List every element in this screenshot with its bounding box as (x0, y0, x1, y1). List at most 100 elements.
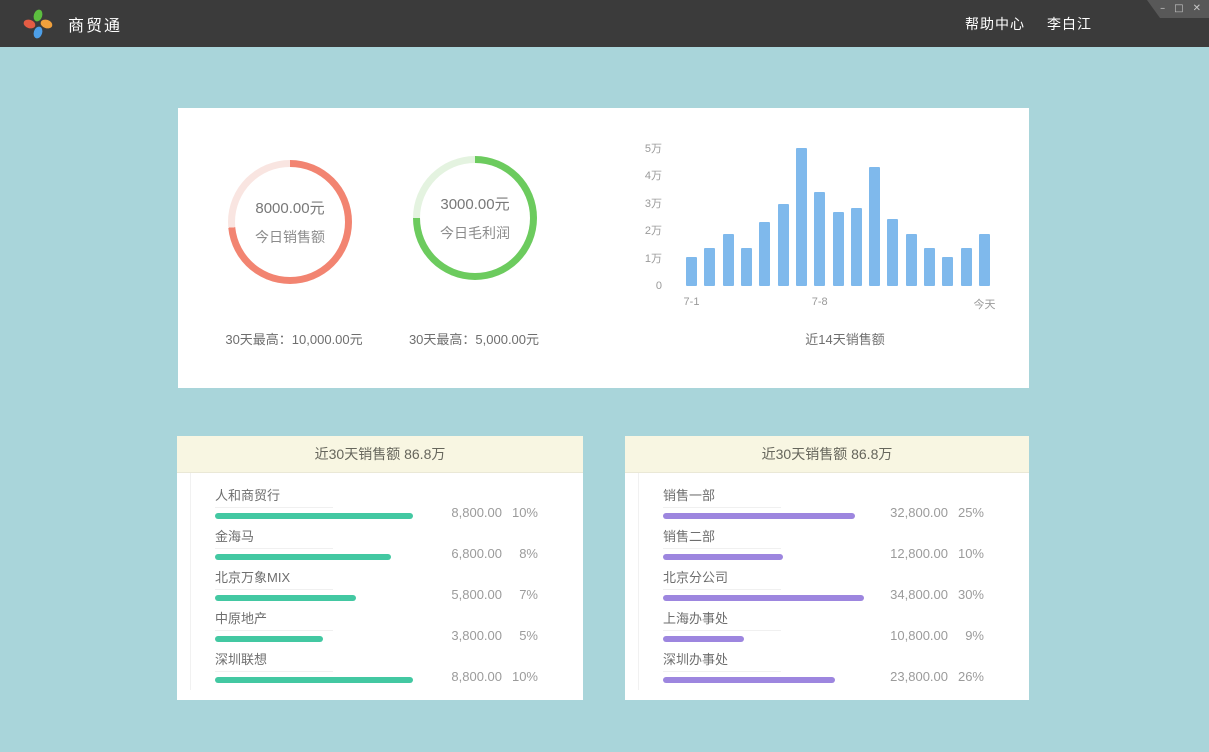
rank-row-figures: 8,800.0010% (422, 669, 538, 684)
rank-row-name: 北京分公司 (663, 570, 781, 590)
rank-row-percent: 10% (948, 546, 984, 561)
rank-row-percent: 25% (948, 505, 984, 520)
today-profit-ring-center: 3000.00元 今日毛利润 (413, 156, 537, 280)
rank-row-figures: 8,800.0010% (422, 505, 538, 520)
x-tick-label: 今天 (974, 296, 996, 312)
daily-sales-bar (961, 248, 972, 286)
y-tick-label: 5万 (628, 142, 662, 156)
rank-row-name: 中原地产 (215, 611, 333, 631)
pinwheel-logo-icon (22, 8, 54, 40)
rank-row-percent: 8% (502, 546, 538, 561)
rank-row-bar (215, 595, 356, 601)
rank-row-name: 人和商贸行 (215, 488, 333, 508)
daily-sales-bar (796, 148, 807, 286)
rank-row-percent: 7% (502, 587, 538, 602)
today-profit-30d-max: 30天最高：5,000.00元 (354, 329, 594, 348)
today-profit-value: 3000.00元 (440, 193, 509, 214)
rank-row-figures: 23,800.0026% (868, 669, 984, 684)
today-sales-ring-center: 8000.00元 今日销售额 (228, 160, 352, 284)
daily-sales-bar (759, 222, 770, 286)
titlebar: 商贸通 帮助中心 李白江 – □ ✕ (0, 0, 1209, 47)
rank-row-figures: 12,800.0010% (868, 546, 984, 561)
rank-row-percent: 10% (502, 669, 538, 684)
rank-row-figures: 6,800.008% (422, 546, 538, 561)
rank-row-figures: 10,800.009% (868, 628, 984, 643)
daily-sales-bar (814, 192, 825, 287)
rank-row-bar (663, 677, 835, 683)
daily-sales-chart: 01万2万3万4万5万7-17-8今天 (628, 118, 1008, 328)
y-tick-label: 1万 (628, 252, 662, 266)
rank-row: 销售一部 32,800.0025% (663, 487, 984, 518)
y-tick-label: 4万 (628, 169, 662, 183)
rank-row-bar (663, 513, 855, 519)
rank-row-bar (663, 636, 744, 642)
daily-sales-chart-title: 近14天销售额 (745, 329, 945, 348)
app-title: 商贸通 (68, 12, 122, 36)
y-tick-label: 3万 (628, 197, 662, 211)
rank-row-name: 深圳联想 (215, 652, 333, 672)
rank-row-figures: 3,800.005% (422, 628, 538, 643)
today-summary-card: 8000.00元 今日销售额 30天最高：10,000.00元 3000.00元… (178, 108, 1029, 388)
rank-row-bar (215, 554, 391, 560)
rank-row: 金海马 6,800.008% (215, 528, 538, 559)
daily-sales-bar (887, 219, 898, 286)
minimize-icon[interactable]: – (1160, 4, 1165, 14)
daily-sales-bar (924, 248, 935, 286)
rank-row-value: 12,800.00 (868, 546, 948, 561)
titlebar-menu: 帮助中心 李白江 (965, 14, 1092, 34)
customer-rank-list: 人和商贸行8,800.0010%金海马6,800.008%北京万象MIX5,80… (177, 473, 583, 682)
rank-row-name: 北京万象MIX (215, 570, 333, 590)
rank-row-bar (663, 595, 864, 601)
today-profit-ring: 3000.00元 今日毛利润 (413, 156, 537, 280)
maximize-icon[interactable]: □ (1174, 4, 1183, 14)
department-rank-title: 近30天销售额 86.8万 (625, 436, 1029, 473)
today-sales-ring: 8000.00元 今日销售额 (228, 160, 352, 284)
rank-row-value: 3,800.00 (422, 628, 502, 643)
rank-row-percent: 10% (502, 505, 538, 520)
customer-rank-title: 近30天销售额 86.8万 (177, 436, 583, 473)
rank-row-percent: 30% (948, 587, 984, 602)
daily-sales-bar (942, 257, 953, 286)
daily-sales-bar (851, 208, 862, 286)
x-tick-label: 7-8 (812, 296, 828, 308)
rank-row-figures: 5,800.007% (422, 587, 538, 602)
rank-row: 中原地产 3,800.005% (215, 610, 538, 641)
rank-row-value: 23,800.00 (868, 669, 948, 684)
daily-sales-bar (686, 257, 697, 286)
rank-row-name: 上海办事处 (663, 611, 781, 631)
department-rank-card: 近30天销售额 86.8万 销售一部32,800.0025%销售二部12,800… (625, 436, 1029, 700)
rank-row-value: 8,800.00 (422, 505, 502, 520)
rank-row: 人和商贸行 8,800.0010% (215, 487, 538, 518)
rank-row-bar (215, 677, 413, 683)
x-tick-label: 7-1 (684, 296, 700, 308)
rank-row-figures: 34,800.0030% (868, 587, 984, 602)
rank-row-name: 金海马 (215, 529, 333, 549)
rank-row: 北京万象MIX 5,800.007% (215, 569, 538, 600)
rank-row-bar (663, 554, 783, 560)
today-sales-value: 8000.00元 (255, 197, 324, 218)
daily-sales-bar (869, 167, 880, 286)
rank-row-percent: 5% (502, 628, 538, 643)
rank-row-percent: 9% (948, 628, 984, 643)
rank-row-bar (215, 636, 323, 642)
user-menu[interactable]: 李白江 (1047, 14, 1092, 34)
rank-row-value: 32,800.00 (868, 505, 948, 520)
rank-row: 上海办事处 10,800.009% (663, 610, 984, 641)
rank-row-value: 5,800.00 (422, 587, 502, 602)
rank-row: 深圳办事处23,800.0026% (663, 651, 984, 682)
daily-sales-bar (906, 234, 917, 286)
rank-row: 北京分公司 34,800.0030% (663, 569, 984, 600)
help-center-link[interactable]: 帮助中心 (965, 14, 1025, 34)
daily-sales-bar (723, 234, 734, 286)
daily-sales-plot (686, 136, 990, 286)
rank-row-value: 34,800.00 (868, 587, 948, 602)
rank-row-figures: 32,800.0025% (868, 505, 984, 520)
daily-sales-bar (704, 248, 715, 286)
y-tick-label: 0 (628, 279, 662, 293)
rank-row-name: 销售一部 (663, 488, 781, 508)
daily-sales-bar (778, 204, 789, 286)
daily-sales-bar (979, 234, 990, 286)
rank-row-percent: 26% (948, 669, 984, 684)
rank-row-bar (215, 513, 413, 519)
close-icon[interactable]: ✕ (1193, 4, 1201, 14)
